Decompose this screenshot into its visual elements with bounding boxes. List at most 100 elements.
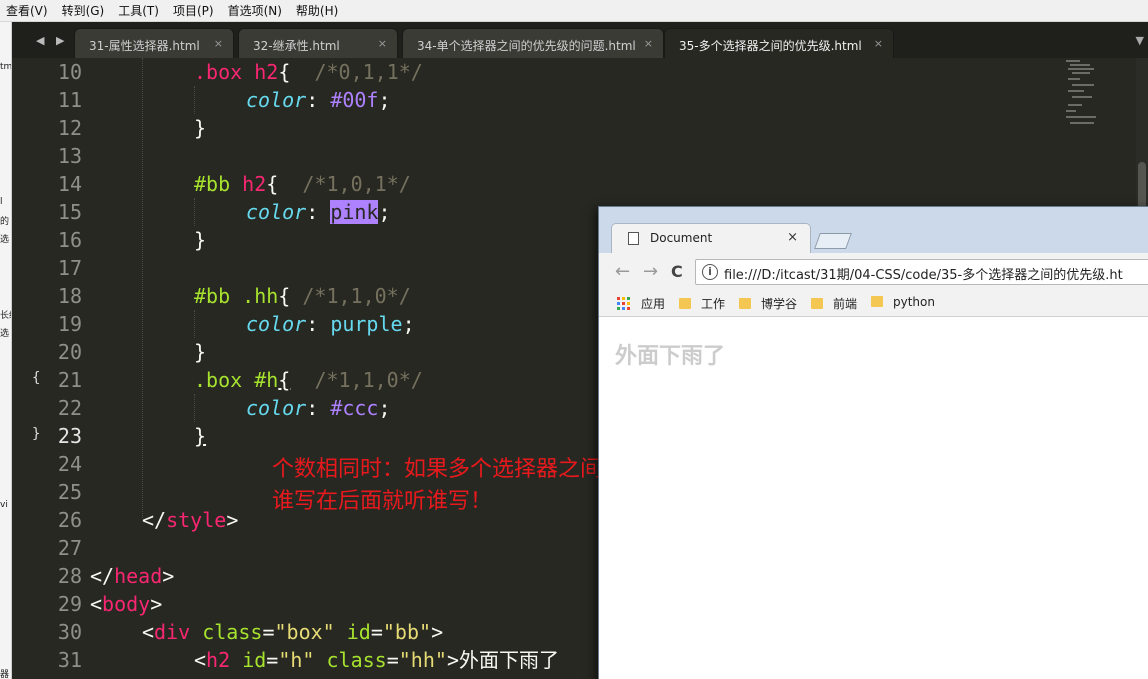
tag-bracket: > [162,564,175,588]
html-attribute: id [242,648,267,672]
line-number: 11 [57,88,82,112]
tab-single-selector-priority[interactable]: 34-单个选择器之间的优先级的问题.html × [402,28,664,58]
annotation-line-2: 谁写在后面就听谁写！ [272,489,493,514]
minimap[interactable] [1062,58,1132,138]
bookmark-label: python [893,295,935,309]
tab-attribute-selector[interactable]: 31-属性选择器.html × [74,28,234,58]
bookmark-frontend[interactable]: 前端 [811,295,857,312]
tag-bracket: </ [90,564,115,588]
bookmark-boxuegu[interactable]: 博学谷 [739,295,797,312]
code-line-28: </head> [90,562,174,590]
menu-goto[interactable]: 转到(G) [56,2,113,19]
line-number: 18 [57,284,82,308]
browser-tab-document[interactable]: Document × [611,223,811,253]
tag-bracket: < [142,620,155,644]
css-selector: h2 [242,172,267,196]
tag-bracket: < [194,648,207,672]
colon: : [306,88,319,112]
browser-tab-title: Document [650,231,713,245]
line-number: 17 [57,256,82,280]
line-number: 22 [57,396,82,420]
sliver-text: 选 [0,235,10,245]
code-line-21: .box #h{ /*1,1,0*/ [194,366,423,394]
folder-icon [811,298,823,309]
tag-bracket: > [150,592,163,616]
html-attribute: class [202,620,263,644]
html-tag: div [154,620,191,644]
info-icon[interactable]: i [702,264,718,280]
address-bar[interactable]: i file:///D:/itcast/31期/04-CSS/code/35-多… [695,259,1148,285]
equals: = [262,620,275,644]
tab-label: 31-属性选择器.html [89,39,200,53]
menu-project[interactable]: 项目(P) [167,2,222,19]
code-line-10: .box h2{ /*0,1,1*/ [194,58,423,86]
line-number: 26 [57,508,82,532]
bookmark-python[interactable]: python [871,295,935,309]
menu-help[interactable]: 帮助(H) [290,2,346,19]
browser-toolbar: ← → C i file:///D:/itcast/31期/04-CSS/cod… [599,253,1148,289]
close-icon[interactable]: × [874,37,883,50]
browser-page-content: 外面下雨了 [599,318,1148,679]
close-icon[interactable]: × [214,37,223,50]
code-line-19: color: purple; [246,310,415,338]
html-tag: body [102,592,151,616]
code-comment: /*0,1,1*/ [314,60,423,84]
bookmark-work[interactable]: 工作 [679,295,725,312]
indent-guide [142,58,143,518]
brace: { [266,172,279,196]
line-number: 20 [57,340,82,364]
apps-grid-icon[interactable] [617,297,631,311]
css-property: color [246,396,307,420]
bookmarks-bar: 应用 工作 博学谷 前端 python [599,289,1148,317]
tab-label: 34-单个选择器之间的优先级的问题.html [417,39,636,53]
line-number-gutter: { } 10 11 12 13 14 15 16 17 18 19 20 21 … [12,58,84,679]
semicolon: ; [378,396,391,420]
close-icon[interactable]: × [787,230,798,245]
menu-preferences[interactable]: 首选项(N) [222,2,290,19]
indent-guide [194,86,195,114]
tab-inheritance[interactable]: 32-继承性.html × [238,28,398,58]
code-line-26: </style> [142,506,238,534]
code-line-11: color: #00f; [246,86,391,114]
tab-nav-arrows[interactable]: ◀ ▶ [36,34,68,47]
forward-button[interactable]: → [643,261,658,282]
css-property: color [246,312,307,336]
page-heading: 外面下雨了 [615,344,726,369]
back-button[interactable]: ← [615,261,630,282]
code-comment: /*1,1,0*/ [314,368,423,392]
document-icon [628,232,639,245]
sliver-text: tm [0,62,12,72]
editor-tab-strip: ◀ ▶ 31-属性选择器.html × 32-继承性.html × 34-单个选… [12,22,1148,58]
line-number: 30 [57,620,82,644]
close-icon[interactable]: × [644,37,653,50]
line-number: 27 [57,536,82,560]
html-tag: style [166,508,227,532]
code-line-15: color: pink; [246,198,391,226]
address-url[interactable]: file:///D:/itcast/31期/04-CSS/code/35-多个选… [724,264,1123,283]
indent-guide [194,394,195,422]
menu-tools[interactable]: 工具(T) [112,2,167,19]
css-selector: #bb [194,172,231,196]
line-number: 13 [57,144,82,168]
bookmark-label: 工作 [701,297,726,311]
semicolon: ; [402,312,415,336]
css-value: #00f [330,88,379,112]
browser-tab-bar: Document × [599,207,1148,253]
bookmark-apps[interactable]: 应用 [641,295,665,312]
code-comment: /*1,1,0*/ [302,284,411,308]
fold-open-icon[interactable]: { [32,370,40,386]
html-text: 外面下雨了 [458,648,559,672]
tab-overflow-chevron-icon[interactable]: ▼ [1136,34,1144,47]
close-icon[interactable]: × [378,37,387,50]
fold-close-icon[interactable]: } [32,426,40,442]
tag-bracket: > [431,620,444,644]
code-line-23: } [194,424,207,448]
new-tab-button[interactable] [814,233,852,249]
menu-view[interactable]: 查看(V) [0,2,56,19]
tab-label: 35-多个选择器之间的优先级.html [679,39,862,53]
attribute-value: "hh" [398,648,447,672]
tab-multiple-selector-priority[interactable]: 35-多个选择器之间的优先级.html × [664,28,894,58]
folder-icon [679,298,691,309]
sliver-text: vi [0,500,8,510]
reload-button[interactable]: C [671,262,683,281]
